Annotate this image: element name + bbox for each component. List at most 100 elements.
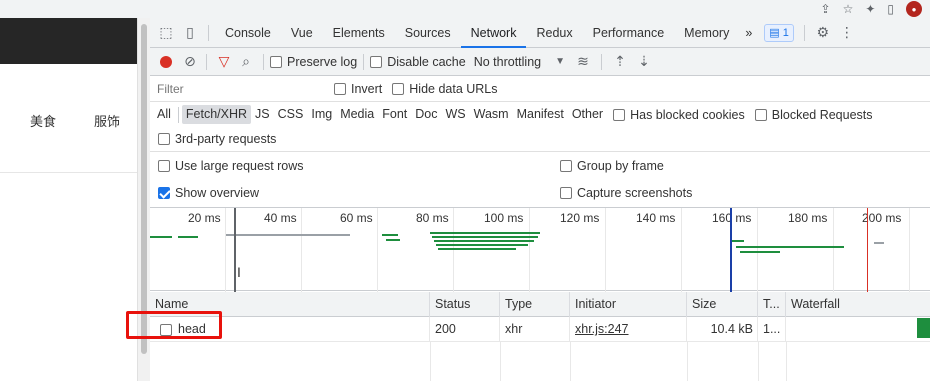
- preserve-log-checkbox[interactable]: [270, 55, 282, 68]
- blocked-requests-label: Blocked Requests: [771, 107, 873, 122]
- type-other[interactable]: Other: [568, 105, 607, 124]
- column-waterfall[interactable]: Waterfall: [786, 292, 930, 317]
- tab-network[interactable]: Network: [460, 18, 527, 48]
- disable-cache-checkbox[interactable]: [370, 55, 383, 68]
- web-page: 美食 服饰: [0, 18, 137, 381]
- dom-content-loaded-line: [234, 208, 236, 292]
- overview-bar: [226, 234, 350, 236]
- request-size: 10.4 kB: [687, 317, 758, 342]
- tick-label: 120 ms: [560, 211, 600, 225]
- inspect-element-icon[interactable]: ⬚: [154, 18, 178, 48]
- capture-screenshots-option[interactable]: Capture screenshots: [560, 186, 692, 200]
- toolbar-separator: [177, 106, 179, 123]
- request-time: 1...: [758, 317, 786, 342]
- record-button[interactable]: [160, 55, 172, 68]
- type-all[interactable]: All: [153, 105, 175, 124]
- nav-item-food[interactable]: 美食: [30, 111, 56, 130]
- type-wasm[interactable]: Wasm: [470, 105, 513, 124]
- side-panel-icon[interactable]: ▯: [887, 2, 894, 16]
- extensions-puzzle-icon[interactable]: ✦: [865, 2, 875, 16]
- overview-bar: [432, 236, 538, 238]
- network-overview[interactable]: 20 ms 40 ms 60 ms 80 ms 100 ms 120 ms 14…: [150, 207, 930, 292]
- large-rows-label: Use large request rows: [175, 158, 304, 173]
- large-rows-option[interactable]: Use large request rows: [158, 159, 304, 173]
- preserve-log-option[interactable]: Preserve log: [270, 55, 357, 69]
- nav-item-clothing[interactable]: 服饰: [94, 111, 120, 130]
- type-doc[interactable]: Doc: [411, 105, 441, 124]
- has-blocked-cookies-option[interactable]: Has blocked cookies: [613, 108, 745, 122]
- filter-funnel-icon[interactable]: ▽: [213, 47, 235, 77]
- group-by-frame-checkbox[interactable]: [560, 159, 572, 172]
- disable-cache-option[interactable]: Disable cache: [370, 55, 466, 69]
- tick-label: 100 ms: [484, 211, 524, 225]
- column-status[interactable]: Status: [430, 292, 500, 317]
- clear-icon[interactable]: ⊘: [180, 47, 200, 77]
- type-font[interactable]: Font: [378, 105, 411, 124]
- large-rows-checkbox[interactable]: [158, 159, 170, 172]
- column-type[interactable]: Type: [500, 292, 570, 317]
- tab-memory[interactable]: Memory: [674, 18, 739, 48]
- show-overview-option[interactable]: Show overview: [158, 186, 259, 200]
- annotation-highlight-box: [126, 311, 222, 339]
- import-har-icon[interactable]: ⇡: [608, 47, 632, 77]
- request-initiator-cell[interactable]: xhr.js:247: [570, 317, 687, 342]
- initiator-link[interactable]: xhr.js:247: [575, 322, 629, 336]
- type-ws[interactable]: WS: [441, 105, 469, 124]
- chevron-down-icon[interactable]: ▼: [555, 56, 565, 67]
- type-fetch-xhr[interactable]: Fetch/XHR: [181, 105, 252, 124]
- blocked-requests-checkbox[interactable]: [754, 108, 767, 121]
- table-row[interactable]: head 200 xhr xhr.js:247 10.4 kB 1...: [150, 317, 930, 342]
- type-media[interactable]: Media: [336, 105, 378, 124]
- invert-checkbox[interactable]: [334, 83, 346, 95]
- type-css[interactable]: CSS: [274, 105, 308, 124]
- resource-type-filters: All Fetch/XHR JS CSS Img Media Font Doc …: [150, 102, 930, 127]
- blocked-requests-option[interactable]: Blocked Requests: [754, 107, 873, 122]
- invert-option[interactable]: Invert: [334, 82, 382, 96]
- settings-gear-icon[interactable]: ⚙: [811, 18, 835, 48]
- column-time[interactable]: T...: [758, 292, 786, 317]
- has-blocked-cookies-checkbox[interactable]: [613, 108, 626, 121]
- device-toolbar-icon[interactable]: ▯: [178, 18, 202, 48]
- network-toolbar: ⊘ ▽ ⌕ Preserve log Disable cache No thro…: [150, 48, 930, 76]
- tab-vue[interactable]: Vue: [281, 18, 323, 48]
- export-har-icon[interactable]: ⇣: [632, 47, 656, 77]
- type-manifest[interactable]: Manifest: [513, 105, 568, 124]
- group-by-frame-label: Group by frame: [577, 158, 664, 173]
- column-divider: [687, 342, 688, 381]
- text-cursor-icon: I: [237, 264, 241, 280]
- throttling-select[interactable]: No throttling: [474, 55, 541, 69]
- network-conditions-icon[interactable]: ≋: [571, 47, 595, 77]
- capture-screenshots-checkbox[interactable]: [560, 186, 572, 199]
- tab-performance[interactable]: Performance: [583, 18, 675, 48]
- issues-count: 1: [782, 26, 789, 39]
- hide-data-urls-option[interactable]: Hide data URLs: [392, 82, 498, 96]
- profile-avatar[interactable]: ●: [906, 1, 922, 17]
- group-by-frame-option[interactable]: Group by frame: [560, 159, 664, 173]
- issues-badge[interactable]: ▤ 1: [764, 23, 794, 42]
- bookmark-star-icon[interactable]: ☆: [843, 2, 854, 16]
- show-overview-checkbox[interactable]: [158, 186, 170, 199]
- grid-line: [605, 208, 606, 292]
- type-img[interactable]: Img: [307, 105, 336, 124]
- tab-elements[interactable]: Elements: [323, 18, 395, 48]
- grid-line: [529, 208, 530, 292]
- has-blocked-cookies-label: Has blocked cookies: [630, 107, 745, 122]
- filter-input[interactable]: [154, 78, 324, 100]
- tab-redux[interactable]: Redux: [526, 18, 582, 48]
- type-js[interactable]: JS: [251, 105, 274, 124]
- tick-label: 180 ms: [788, 211, 828, 225]
- tab-console[interactable]: Console: [215, 18, 281, 48]
- third-party-option[interactable]: 3rd-party requests: [158, 132, 276, 146]
- share-icon[interactable]: ⇪: [821, 2, 831, 16]
- more-options-icon[interactable]: ⋮: [835, 18, 859, 48]
- column-size[interactable]: Size: [687, 292, 758, 317]
- hide-data-urls-checkbox[interactable]: [392, 83, 405, 95]
- overview-bar: [150, 236, 172, 238]
- hide-data-urls-label: Hide data URLs: [409, 82, 498, 96]
- more-tabs-button[interactable]: »: [739, 18, 758, 48]
- search-icon[interactable]: ⌕: [235, 47, 257, 77]
- tab-sources[interactable]: Sources: [395, 18, 461, 48]
- column-initiator[interactable]: Initiator: [570, 292, 687, 317]
- scrollbar-thumb[interactable]: [141, 24, 147, 354]
- third-party-checkbox[interactable]: [158, 133, 170, 145]
